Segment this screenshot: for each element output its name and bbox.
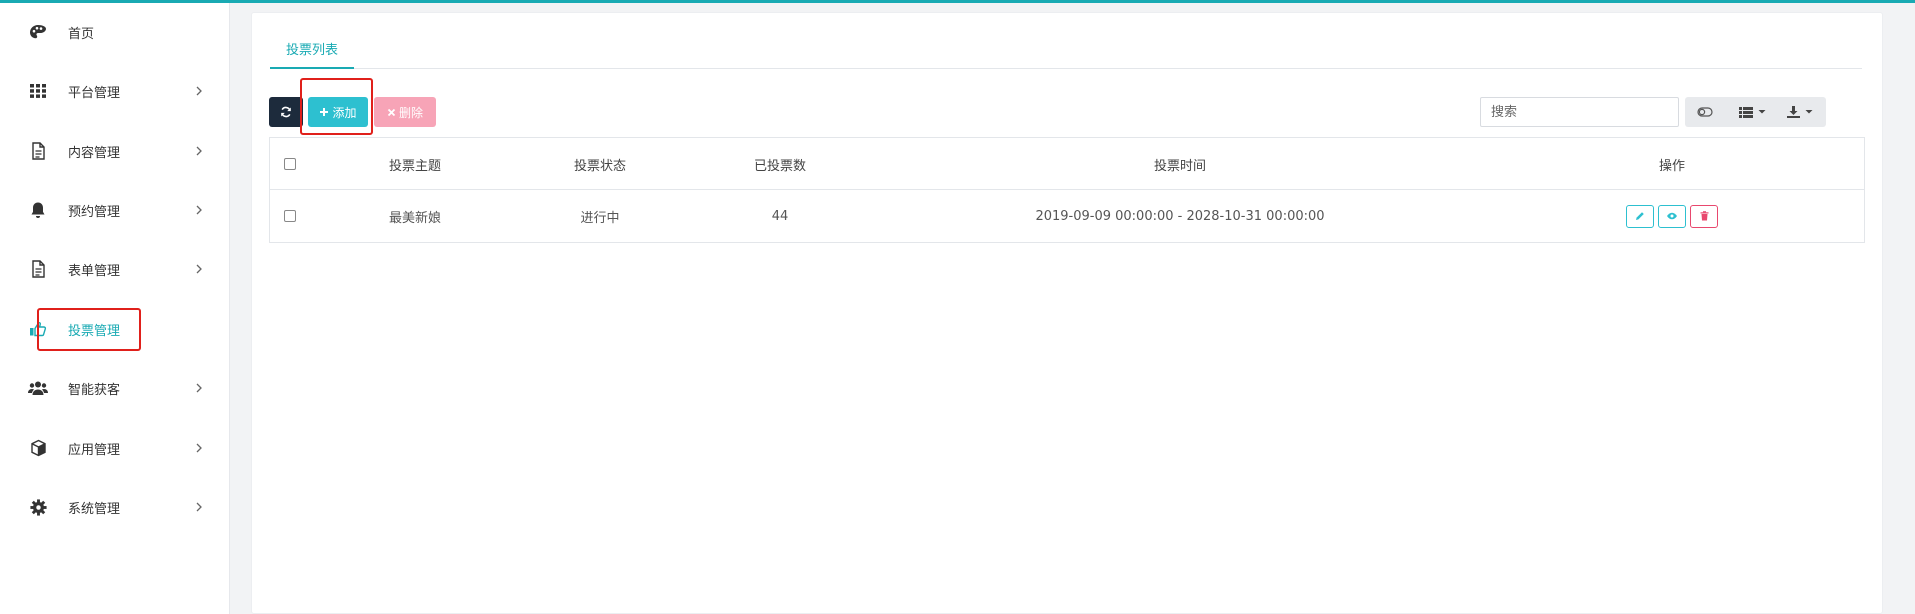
chevron-right-icon [192, 500, 206, 514]
tab-vote-list[interactable]: 投票列表 [270, 31, 355, 69]
sidebar-item-label: 智能获客 [68, 382, 121, 398]
row-actions [1480, 190, 1864, 242]
table-tools [1685, 97, 1826, 127]
sidebar-item-label: 表单管理 [68, 263, 121, 279]
caret-down-icon [1805, 110, 1812, 114]
gear-icon [28, 497, 48, 517]
sidebar-item-label: 平台管理 [68, 85, 121, 101]
sidebar-item-forms[interactable]: 表单管理 [0, 249, 230, 289]
chevron-right-icon [192, 144, 206, 158]
sidebar-item-label: 内容管理 [68, 145, 121, 161]
search-input[interactable] [1480, 97, 1679, 127]
download-icon [1786, 106, 1800, 118]
plus-icon [320, 108, 329, 116]
chevron-right-icon [192, 84, 206, 98]
sidebar-item-apps[interactable]: 应用管理 [0, 428, 230, 468]
sidebar-item-label: 首页 [68, 26, 95, 42]
refresh-button[interactable] [269, 97, 303, 127]
column-header: 投票时间 [1153, 158, 1206, 174]
sidebar-item-label: 应用管理 [68, 442, 121, 458]
vote-time: 2019-09-09 00:00:00 - 2028-10-31 00:00:0… [1035, 208, 1325, 224]
export-dropdown-button[interactable] [1777, 97, 1823, 127]
toggle-view-button[interactable] [1685, 97, 1725, 127]
table-header: 投票主题 投票状态 已投票数 投票时间 操作 [270, 138, 1864, 190]
select-all-checkbox[interactable] [284, 158, 296, 170]
sidebar-item-voting[interactable]: 投票管理 [0, 309, 230, 349]
delete-button-label: 删除 [398, 105, 423, 120]
delete-row-button[interactable] [1690, 204, 1718, 228]
vote-status: 进行中 [580, 210, 620, 226]
sidebar-item-system[interactable]: 系统管理 [0, 487, 230, 527]
view-button[interactable] [1658, 204, 1686, 228]
sidebar-item-reservation[interactable]: 预约管理 [0, 190, 230, 230]
columns-dropdown-button[interactable] [1729, 97, 1777, 127]
edit-button[interactable] [1626, 204, 1654, 228]
sidebar-item-home[interactable]: 首页 [0, 12, 230, 52]
chevron-right-icon [192, 203, 206, 217]
bell-icon [28, 200, 48, 220]
document-icon [28, 141, 48, 161]
refresh-icon [281, 106, 291, 118]
toggle-icon [1697, 107, 1713, 117]
sidebar-item-label: 投票管理 [68, 323, 121, 339]
tab-bar: 投票列表 [270, 31, 1862, 69]
column-header: 投票主题 [388, 158, 441, 174]
row-checkbox[interactable] [284, 210, 296, 222]
chevron-right-icon [192, 262, 206, 276]
column-header: 已投票数 [753, 158, 806, 174]
pencil-icon [1636, 212, 1644, 220]
sidebar-item-smart-leads[interactable]: 智能获客 [0, 368, 230, 408]
thumbs-up-icon [28, 319, 48, 339]
eye-icon [1667, 212, 1677, 220]
sidebar: 首页 平台管理 内容管理 预约管理 表单管理 投票管理 智能获客 应用管理 系统… [0, 3, 230, 614]
vote-table: 投票主题 投票状态 已投票数 投票时间 操作 最美新娘 进行中 44 2019-… [269, 137, 1865, 243]
chevron-right-icon [192, 381, 206, 395]
sidebar-item-label: 系统管理 [68, 501, 121, 517]
sidebar-item-label: 预约管理 [68, 204, 121, 220]
trash-icon [1700, 211, 1708, 221]
sidebar-item-platform[interactable]: 平台管理 [0, 71, 230, 111]
caret-down-icon [1758, 110, 1766, 114]
grid-icon [28, 81, 48, 101]
column-header: 操作 [1658, 158, 1685, 174]
cube-icon [28, 438, 48, 458]
chevron-right-icon [192, 441, 206, 455]
close-icon [387, 108, 396, 116]
form-icon [28, 259, 48, 279]
table-row: 最美新娘 进行中 44 2019-09-09 00:00:00 - 2028-1… [270, 190, 1864, 242]
add-button[interactable]: 添加 [308, 97, 368, 127]
top-accent-bar [0, 0, 1915, 3]
palette-icon [28, 22, 48, 42]
vote-count: 44 [771, 208, 789, 224]
sidebar-item-content[interactable]: 内容管理 [0, 131, 230, 171]
list-icon [1739, 106, 1753, 118]
vote-subject: 最美新娘 [388, 210, 441, 226]
column-header: 投票状态 [573, 158, 626, 174]
add-button-label: 添加 [332, 105, 357, 120]
users-icon [28, 378, 48, 398]
delete-button[interactable]: 删除 [374, 97, 436, 127]
